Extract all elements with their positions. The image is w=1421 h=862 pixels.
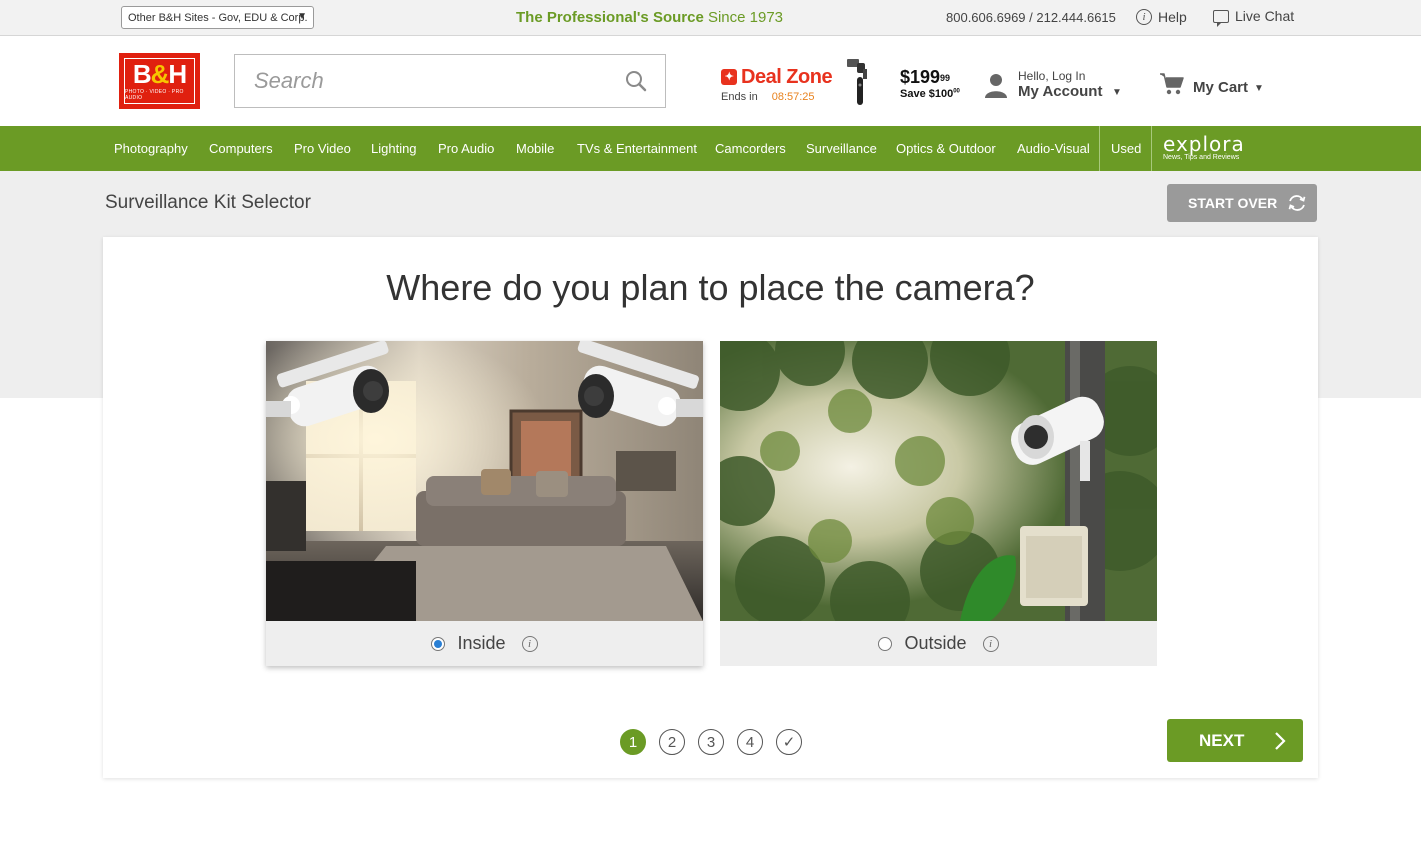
nav-item-photography[interactable]: Photography xyxy=(114,126,188,171)
cart-icon xyxy=(1160,73,1184,95)
search-icon[interactable] xyxy=(625,70,647,92)
deal-price[interactable]: $19999 Save $10000 xyxy=(900,67,960,100)
inside-radio[interactable] xyxy=(431,636,446,651)
chat-bubble-icon xyxy=(1213,9,1229,27)
gimbal-product-image[interactable] xyxy=(845,57,875,107)
info-icon: i xyxy=(1136,9,1152,25)
outside-tree-photo xyxy=(720,341,1157,621)
refresh-icon xyxy=(1288,195,1306,211)
deal-price-amount: $199 xyxy=(900,67,941,87)
user-icon xyxy=(985,74,1007,98)
live-chat-link[interactable]: Live Chat xyxy=(1213,8,1295,27)
main-nav: Photography Computers Pro Video Lighting… xyxy=(0,126,1421,171)
logo-letter-h: H xyxy=(168,59,187,89)
nav-item-computers[interactable]: Computers xyxy=(209,126,273,171)
nav-item-camcorders[interactable]: Camcorders xyxy=(715,126,786,171)
deal-save-amount: Save $100 xyxy=(900,88,954,100)
account-menu[interactable]: Hello, Log In My Account xyxy=(984,69,1102,101)
option-outside[interactable]: Outside i xyxy=(720,341,1157,666)
nav-item-optics-outdoor[interactable]: Optics & Outdoor xyxy=(896,126,996,171)
option-outside-label-row[interactable]: Outside i xyxy=(720,621,1157,666)
logo-letter-b: B xyxy=(132,59,152,89)
step-4[interactable]: 4 xyxy=(737,729,763,755)
site-header: B&H PHOTO · VIDEO · PRO AUDIO ✦Deal Zone… xyxy=(0,37,1421,126)
chevron-right-icon xyxy=(1275,731,1286,750)
logo-subtitle: PHOTO · VIDEO · PRO AUDIO xyxy=(125,89,194,101)
deal-save-cents: 00 xyxy=(953,88,960,95)
chevron-down-icon: ▼ xyxy=(1254,82,1264,94)
next-button[interactable]: NEXT xyxy=(1167,719,1303,762)
start-over-label: START OVER xyxy=(1188,195,1278,211)
help-label: Help xyxy=(1158,9,1187,25)
account-label: My Account xyxy=(1018,83,1103,100)
live-chat-label: Live Chat xyxy=(1235,8,1295,24)
next-label: NEXT xyxy=(1199,730,1245,750)
step-complete-check[interactable]: ✓ xyxy=(776,729,802,755)
tagline: The Professional's Source Since 1973 xyxy=(516,9,783,26)
tagline-bold: The Professional's Source xyxy=(516,9,704,26)
step-2[interactable]: 2 xyxy=(659,729,685,755)
top-utility-bar: Other B&H Sites - Gov, EDU & Corp. ▼ The… xyxy=(0,0,1421,36)
explora-tagline: News, Tips and Reviews xyxy=(1163,154,1240,161)
info-icon[interactable]: i xyxy=(521,635,538,652)
search-input[interactable] xyxy=(236,56,606,106)
deal-ends-label: Ends in xyxy=(721,91,758,103)
option-inside-label: Inside xyxy=(457,633,506,653)
chevron-down-icon[interactable]: ▼ xyxy=(1112,87,1122,98)
deal-zone-title: Deal Zone xyxy=(741,66,833,88)
phone-numbers: 800.606.6969 / 212.444.6615 xyxy=(946,10,1116,25)
step-3[interactable]: 3 xyxy=(698,729,724,755)
info-icon[interactable]: i xyxy=(982,635,999,652)
step-indicator: 1 2 3 4 ✓ xyxy=(620,729,802,755)
step-1[interactable]: 1 xyxy=(620,729,646,755)
other-sites-label: Other B&H Sites - Gov, EDU & Corp. xyxy=(128,11,308,24)
nav-item-surveillance[interactable]: Surveillance xyxy=(806,126,877,171)
help-link[interactable]: i Help xyxy=(1136,9,1187,25)
deal-price-cents: 99 xyxy=(940,73,951,83)
search-box xyxy=(234,54,666,108)
selector-card: Where do you plan to place the camera? I… xyxy=(103,237,1318,778)
page-title: Surveillance Kit Selector xyxy=(105,192,311,213)
nav-item-tvs-entertainment[interactable]: TVs & Entertainment xyxy=(577,126,697,171)
deal-timer: 08:57:25 xyxy=(771,91,815,103)
bh-logo[interactable]: B&H PHOTO · VIDEO · PRO AUDIO xyxy=(119,53,200,109)
start-over-button[interactable]: START OVER xyxy=(1167,184,1317,222)
deal-zone-icon: ✦ xyxy=(721,69,737,85)
deal-zone[interactable]: ✦ Deal Zone Ends in 08:57:25 xyxy=(721,66,833,103)
option-inside[interactable]: Inside i xyxy=(266,341,703,666)
logo-ampersand: & xyxy=(150,59,170,89)
nav-divider xyxy=(1151,126,1152,171)
cart-label: My Cart xyxy=(1193,78,1249,96)
cart-button[interactable]: My Cart ▼ xyxy=(1159,72,1264,96)
explora-logo: explora xyxy=(1163,132,1245,156)
question-heading: Where do you plan to place the camera? xyxy=(386,267,1035,308)
nav-item-mobile[interactable]: Mobile xyxy=(516,126,554,171)
nav-item-used[interactable]: Used xyxy=(1111,126,1141,171)
tagline-rest: Since 1973 xyxy=(703,9,784,26)
nav-divider xyxy=(1099,126,1100,171)
nav-item-pro-video[interactable]: Pro Video xyxy=(294,126,351,171)
nav-item-pro-audio[interactable]: Pro Audio xyxy=(438,126,494,171)
option-outside-label: Outside xyxy=(904,633,967,653)
outside-radio[interactable] xyxy=(878,636,893,651)
explora-link[interactable]: explora News, Tips and Reviews xyxy=(1163,133,1245,161)
option-inside-label-row[interactable]: Inside i xyxy=(266,621,703,666)
nav-item-audio-visual[interactable]: Audio-Visual xyxy=(1017,126,1090,171)
account-hello: Hello, Log In xyxy=(1018,69,1086,83)
nav-item-lighting[interactable]: Lighting xyxy=(371,126,417,171)
inside-room-photo xyxy=(266,341,703,621)
chevron-down-icon: ▼ xyxy=(297,11,307,22)
other-sites-select[interactable]: Other B&H Sites - Gov, EDU & Corp. ▼ xyxy=(121,6,314,29)
